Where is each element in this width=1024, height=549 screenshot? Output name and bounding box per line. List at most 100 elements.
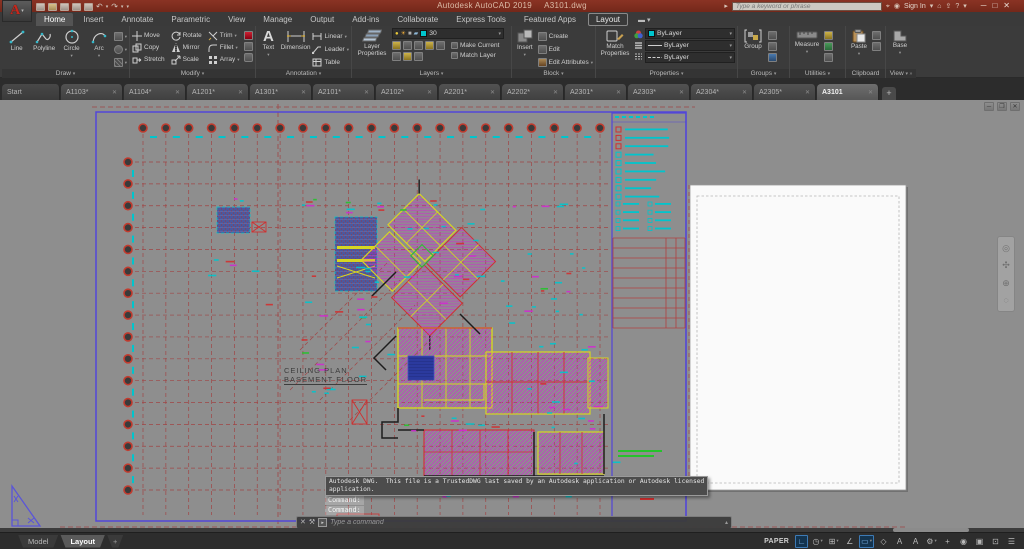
ribbon-tab-featured-apps[interactable]: Featured Apps — [516, 13, 584, 26]
ribbon-tab-collaborate[interactable]: Collaborate — [389, 13, 446, 26]
new-drawing-tab-button[interactable]: + — [882, 87, 896, 100]
search-binoculars-icon[interactable]: ⌖ — [886, 2, 890, 11]
move-button[interactable]: Move — [132, 30, 165, 41]
ungroup-icon[interactable] — [768, 31, 777, 40]
doc-close-button[interactable]: ✕ — [1010, 102, 1020, 111]
measure-button[interactable]: Measure ▾ — [792, 28, 822, 54]
tab-close-icon[interactable]: ✕ — [742, 89, 747, 96]
autodesk-share-icon[interactable]: ⇪ — [945, 2, 951, 11]
make-current-button[interactable]: Make Current — [451, 41, 499, 49]
tab-close-icon[interactable]: ✕ — [301, 89, 306, 96]
array-dropdown-icon[interactable]: ▾ — [237, 57, 239, 63]
ribbon-tab-express-tools[interactable]: Express Tools — [448, 13, 514, 26]
close-button[interactable]: ✕ — [1003, 1, 1010, 11]
copy-button[interactable]: Copy — [132, 42, 165, 53]
group-selection-icon[interactable] — [768, 53, 777, 62]
table-button[interactable]: Table — [312, 57, 349, 68]
file-tab-a2202[interactable]: A2202*✕ — [502, 84, 564, 100]
signin-dropdown-icon[interactable]: ▾ — [930, 2, 934, 11]
annotation-scale-icon[interactable]: ⚙▾ — [925, 535, 938, 548]
sign-in-button[interactable]: Sign In — [904, 3, 926, 10]
leader-dropdown-icon[interactable]: ▾ — [347, 47, 349, 53]
measure-dropdown-icon[interactable]: ▾ — [806, 50, 808, 54]
group-button[interactable]: Group — [740, 28, 766, 51]
file-tab-a2303[interactable]: A2303*✕ — [628, 84, 690, 100]
panel-label-block[interactable]: Block ▾ — [512, 69, 595, 78]
tab-close-icon[interactable]: ✕ — [868, 89, 873, 96]
graphics-performance-icon[interactable]: ▣ — [973, 535, 986, 548]
file-tab-a2101[interactable]: A2101*✕ — [313, 84, 375, 100]
paste-button[interactable]: Paste ▾ — [848, 28, 870, 56]
polar-tracking-icon[interactable]: ▭▾ — [859, 535, 874, 548]
tab-close-icon[interactable]: ✕ — [553, 89, 558, 96]
minimize-button[interactable]: ─ — [981, 1, 987, 11]
dropdown-icon[interactable]: ▾ — [870, 538, 872, 544]
ellipse-icon[interactable] — [114, 45, 123, 54]
clean-screen-icon[interactable]: ⊡ — [989, 535, 1002, 548]
autoscale-icon[interactable]: A — [909, 535, 922, 548]
id-point-icon[interactable] — [824, 53, 833, 62]
object-snap-icon[interactable]: ⊞▾ — [827, 535, 840, 548]
trim-dropdown-icon[interactable]: ▾ — [235, 33, 237, 39]
ribbon-tab-view[interactable]: View — [220, 13, 253, 26]
layout-tab[interactable]: Layout — [60, 535, 105, 548]
base-button[interactable]: Base ▾ — [888, 28, 912, 55]
dropdown-icon[interactable]: ▾ — [836, 538, 838, 544]
base-dropdown-icon[interactable]: ▾ — [899, 51, 901, 55]
full-navigation-wheel-icon[interactable]: ◎ — [1002, 243, 1010, 253]
doc-restore-button[interactable]: ❐ — [997, 102, 1007, 111]
file-tab-start[interactable]: Start — [2, 84, 60, 100]
layer-off-icon[interactable] — [392, 41, 401, 50]
layer-properties-button[interactable]: Layer Properties — [354, 28, 390, 57]
stretch-button[interactable]: Stretch — [132, 54, 165, 65]
command-customize-icon[interactable]: ⚒ — [309, 517, 315, 528]
array-button[interactable]: Array▾ — [208, 54, 240, 65]
model-tab[interactable]: Model — [18, 535, 58, 548]
layer-thaw-icon[interactable] — [403, 52, 412, 61]
circle-dropdown-icon[interactable]: ▾ — [70, 54, 72, 58]
grid-display-icon[interactable]: ◷▾ — [811, 535, 824, 548]
redo-icon[interactable]: ↷ — [111, 3, 118, 11]
create-block-button[interactable]: Create — [538, 31, 593, 42]
layer-walk-icon[interactable] — [392, 52, 401, 61]
rectangle-icon[interactable] — [114, 32, 123, 41]
tab-close-icon[interactable]: ✕ — [616, 89, 621, 96]
quick-calc-icon[interactable] — [824, 42, 833, 51]
tab-close-icon[interactable]: ✕ — [112, 89, 117, 96]
navigation-bar[interactable]: ◎ ✣ ⊕ ◌ — [997, 236, 1015, 312]
copy-clip-icon[interactable] — [872, 31, 881, 40]
search-caret-icon[interactable]: ▸ — [724, 2, 728, 11]
insert-button[interactable]: Insert ▾ — [514, 28, 536, 57]
snap-mode-icon[interactable]: ∟ — [795, 535, 808, 548]
app-store-icon[interactable]: ⌂ — [937, 2, 941, 11]
zoom-icon[interactable]: ⊕ — [1002, 278, 1010, 288]
arc-button[interactable]: Arc ▾ — [86, 28, 111, 58]
panel-label-layers[interactable]: Layers ▾ — [352, 69, 511, 78]
qat-customize-icon[interactable]: ▾ — [126, 4, 129, 10]
undo-dropdown-icon[interactable]: ▾ — [106, 4, 109, 10]
rectangle-dropdown-icon[interactable]: ▾ — [125, 34, 127, 40]
file-tab-a2301[interactable]: A2301*✕ — [565, 84, 627, 100]
hatch-dropdown-icon[interactable]: ▾ — [125, 60, 127, 66]
panel-label-view[interactable]: View ▾ » — [886, 69, 916, 78]
application-menu-button[interactable]: A▾ — [2, 0, 32, 22]
dimension-button[interactable]: Dimension — [281, 28, 311, 52]
ribbon-minimize-icon[interactable]: ▬ ▾ — [638, 16, 650, 26]
command-expand-icon[interactable]: ▴ — [725, 519, 728, 526]
user-icon[interactable]: ◉ — [894, 2, 900, 11]
dropdown-icon[interactable]: ▾ — [821, 538, 823, 544]
scale-button[interactable]: Scale — [171, 54, 202, 65]
linetype-list-icon[interactable] — [634, 52, 643, 61]
tab-close-icon[interactable]: ✕ — [175, 89, 180, 96]
annotation-visibility-icon[interactable]: A — [893, 535, 906, 548]
panel-label-modify[interactable]: Modify ▾ — [130, 69, 255, 78]
hatch-icon[interactable] — [114, 58, 123, 67]
panel-label-annotation[interactable]: Annotation ▾ — [256, 69, 351, 78]
save-icon[interactable] — [60, 3, 69, 11]
quick-select-icon[interactable] — [824, 31, 833, 40]
cut-icon[interactable] — [872, 42, 881, 51]
ribbon-tab-layout[interactable]: Layout — [588, 13, 628, 26]
file-tab-a1104[interactable]: A1104*✕ — [124, 84, 186, 100]
workspace-switching-icon[interactable]: + — [941, 535, 954, 548]
tab-close-icon[interactable]: ✕ — [679, 89, 684, 96]
